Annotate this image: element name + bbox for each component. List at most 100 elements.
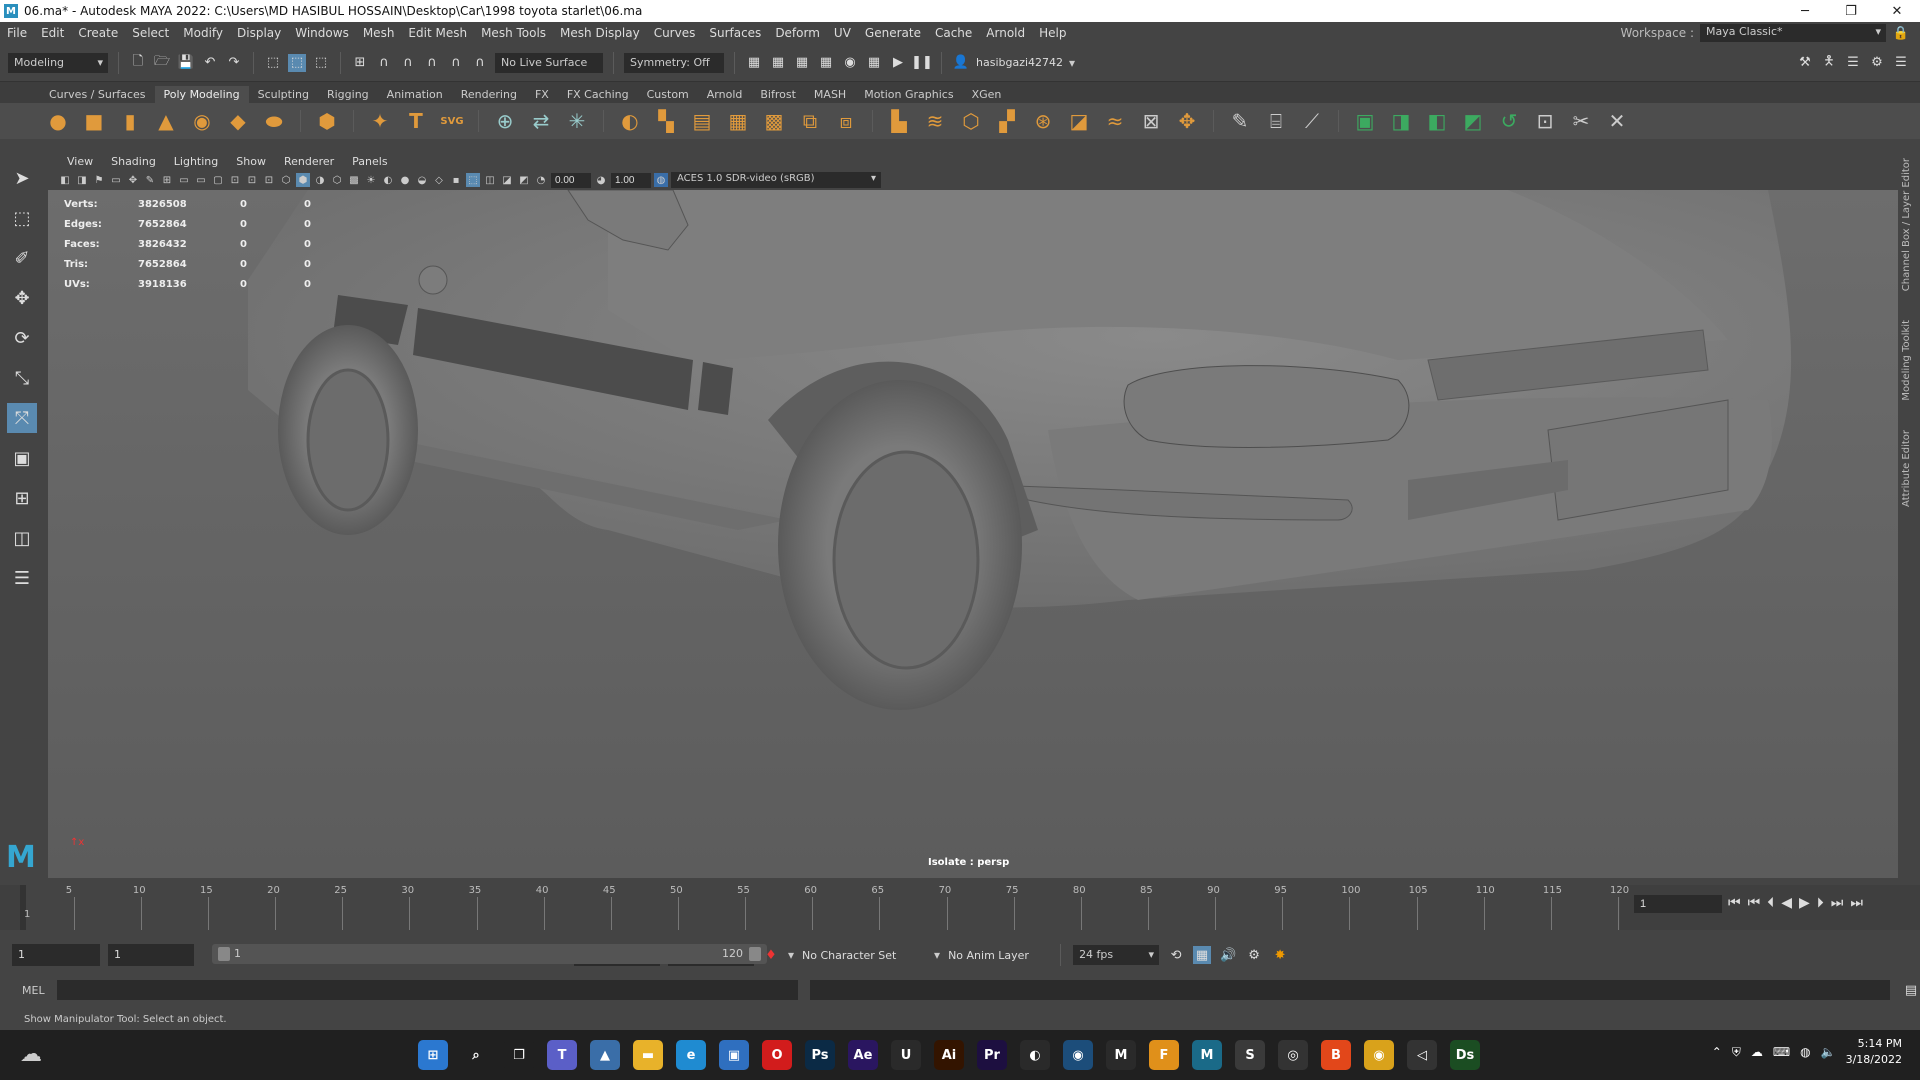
menu-deform[interactable]: Deform — [768, 26, 827, 40]
move-tool-icon[interactable]: ✥ — [7, 283, 37, 313]
start-time-field[interactable]: 1 — [12, 944, 100, 966]
single-view-icon[interactable]: ▣ — [7, 443, 37, 473]
script-editor-icon[interactable]: ▤ — [1902, 981, 1920, 999]
modeling-toolkit-icon[interactable]: ⚒ — [1796, 54, 1814, 72]
uv-cylindrical-icon[interactable]: ◧ — [1423, 107, 1451, 135]
uv-cut-icon[interactable]: ✂ — [1567, 107, 1595, 135]
after-effects-app-icon[interactable]: Ae — [848, 1040, 878, 1070]
platonic-solid-icon[interactable]: ⬢ — [313, 107, 341, 135]
gamma-icon[interactable]: ◕ — [594, 173, 608, 187]
redo-icon[interactable]: ↷ — [225, 54, 243, 72]
fill-hole-icon[interactable]: ▞ — [993, 107, 1021, 135]
menu-curves[interactable]: Curves — [647, 26, 703, 40]
gate-mask-icon[interactable]: ▢ — [211, 173, 225, 187]
step-back-frame-icon[interactable]: ⏴ — [1767, 895, 1774, 911]
range-slider[interactable]: 1 120 — [212, 944, 767, 964]
character-set-dropdown[interactable]: No Character Set — [802, 949, 926, 962]
new-scene-icon[interactable]: 🗋 — [129, 54, 147, 72]
snap-view-icon[interactable]: ∩ — [423, 54, 441, 72]
go-to-start-icon[interactable]: ⏮ — [1728, 895, 1741, 911]
bridge-icon[interactable]: ≋ — [921, 107, 949, 135]
image-plane-icon[interactable]: ▭ — [109, 173, 123, 187]
hypershade-icon[interactable]: ◉ — [841, 54, 859, 72]
tab-motion-graphics[interactable]: Motion Graphics — [855, 86, 962, 103]
user-name[interactable]: hasibgazi42742 — [976, 56, 1063, 69]
select-component-icon[interactable]: ⬚ — [312, 54, 330, 72]
xray-components-icon[interactable]: ◩ — [517, 173, 531, 187]
snap-surface-icon[interactable]: ∩ — [447, 54, 465, 72]
remesh-icon[interactable]: ⧈ — [832, 107, 860, 135]
tab-mash[interactable]: MASH — [805, 86, 855, 103]
live-surface-field[interactable]: No Live Surface — [495, 52, 603, 73]
tab-modeling-toolkit[interactable]: Modeling Toolkit — [1901, 320, 1912, 401]
uv-spherical-icon[interactable]: ◩ — [1459, 107, 1487, 135]
grease-pencil-icon[interactable]: ✎ — [143, 173, 157, 187]
current-time-marker[interactable] — [20, 885, 26, 930]
menu-select[interactable]: Select — [125, 26, 176, 40]
field-chart-icon[interactable]: ⊡ — [228, 173, 242, 187]
steam-app-icon[interactable]: ◉ — [1063, 1040, 1093, 1070]
safe-action-icon[interactable]: ⊡ — [245, 173, 259, 187]
bookmark-icon[interactable]: ⚑ — [92, 173, 106, 187]
poly-disc-icon[interactable]: ⬬ — [260, 107, 288, 135]
unreal-app-icon[interactable]: U — [891, 1040, 921, 1070]
ghost-icon[interactable]: ✸ — [1271, 946, 1289, 964]
multi-cut-icon[interactable]: ✎ — [1226, 107, 1254, 135]
menu-mesh-tools[interactable]: Mesh Tools — [474, 26, 553, 40]
rotate-tool-icon[interactable]: ⟳ — [7, 323, 37, 353]
outliner-icon[interactable]: ☰ — [7, 563, 37, 593]
exposure-icon[interactable]: ◔ — [534, 173, 548, 187]
teams-app-icon[interactable]: T — [547, 1040, 577, 1070]
security-icon[interactable]: ⛨ — [1732, 1045, 1741, 1060]
combine-icon[interactable]: ◐ — [616, 107, 644, 135]
go-to-end-icon[interactable]: ⏭ — [1850, 895, 1863, 911]
perspective-viewport[interactable]: Verts: 3826508 0 0 Edges: 7652864 0 0 Faces: 38… — [48, 190, 1898, 878]
play-backwards-icon[interactable]: ◀ — [1781, 895, 1792, 911]
view-transform-dropdown[interactable]: ACES 1.0 SDR-video (sRGB) ▾ — [671, 172, 881, 188]
tab-rigging[interactable]: Rigging — [318, 86, 378, 103]
tab-poly-modeling[interactable]: Poly Modeling — [154, 86, 249, 103]
attribute-editor-icon[interactable]: ☰ — [1844, 54, 1862, 72]
panel-menu-show[interactable]: Show — [227, 155, 275, 168]
film-gate-icon[interactable]: ▭ — [177, 173, 191, 187]
transfer-icon[interactable]: ✳ — [563, 107, 591, 135]
uv-auto-icon[interactable]: ↺ — [1495, 107, 1523, 135]
snap-point-icon[interactable]: ∩ — [399, 54, 417, 72]
tab-sculpting[interactable]: Sculpting — [249, 86, 318, 103]
append-icon[interactable]: ⬡ — [957, 107, 985, 135]
uv-sew-icon[interactable]: ✕ — [1603, 107, 1631, 135]
uv-planar-icon[interactable]: ◨ — [1387, 107, 1415, 135]
svg-tool-icon[interactable]: SVG — [438, 107, 466, 135]
clock[interactable]: 5:14 PM 3/18/2022 — [1846, 1036, 1902, 1068]
default-material-icon[interactable]: ◑ — [313, 173, 327, 187]
tool-settings-icon[interactable]: ⚙ — [1868, 54, 1886, 72]
weather-icon[interactable]: ☁ — [20, 1042, 42, 1067]
range-start-handle[interactable] — [218, 947, 230, 961]
menu-edit[interactable]: Edit — [34, 26, 71, 40]
tab-fx[interactable]: FX — [526, 86, 558, 103]
safe-title-icon[interactable]: ⊡ — [262, 173, 276, 187]
target-weld-icon[interactable]: ⟋ — [1298, 107, 1326, 135]
crease-icon[interactable]: ✥ — [1173, 107, 1201, 135]
wireframe-on-shaded-icon[interactable]: ⬡ — [330, 173, 344, 187]
motion-blur-icon[interactable]: ◒ — [415, 173, 429, 187]
chrome-app-icon[interactable]: ◉ — [1364, 1040, 1394, 1070]
camera-select-icon[interactable]: ◧ — [58, 173, 72, 187]
panel-menu-renderer[interactable]: Renderer — [275, 155, 343, 168]
sculpt-icon[interactable]: ⊕ — [491, 107, 519, 135]
render-view-icon[interactable]: ▦ — [745, 54, 763, 72]
undo-icon[interactable]: ↶ — [201, 54, 219, 72]
cloud-icon[interactable]: ☁ — [1751, 1045, 1763, 1059]
menu-modify[interactable]: Modify — [176, 26, 230, 40]
grid-icon[interactable]: ⊞ — [160, 173, 174, 187]
anim-start-field[interactable]: 1 — [108, 944, 194, 966]
fusion-app-icon[interactable]: F — [1149, 1040, 1179, 1070]
snap-grid-icon[interactable]: ⊞ — [351, 54, 369, 72]
menu-mesh-display[interactable]: Mesh Display — [553, 26, 647, 40]
edge-app-icon[interactable]: e — [676, 1040, 706, 1070]
store-app-icon[interactable]: ▣ — [719, 1040, 749, 1070]
exposure-field[interactable] — [551, 172, 591, 188]
opera-app-icon[interactable]: O — [762, 1040, 792, 1070]
restore-icon[interactable]: ❐ — [1828, 0, 1874, 22]
time-slider[interactable]: 1 5 10 15 20 25 30 35 40 45 50 55 60 65 70 75 80 85 90 95 1… — [0, 885, 1920, 930]
